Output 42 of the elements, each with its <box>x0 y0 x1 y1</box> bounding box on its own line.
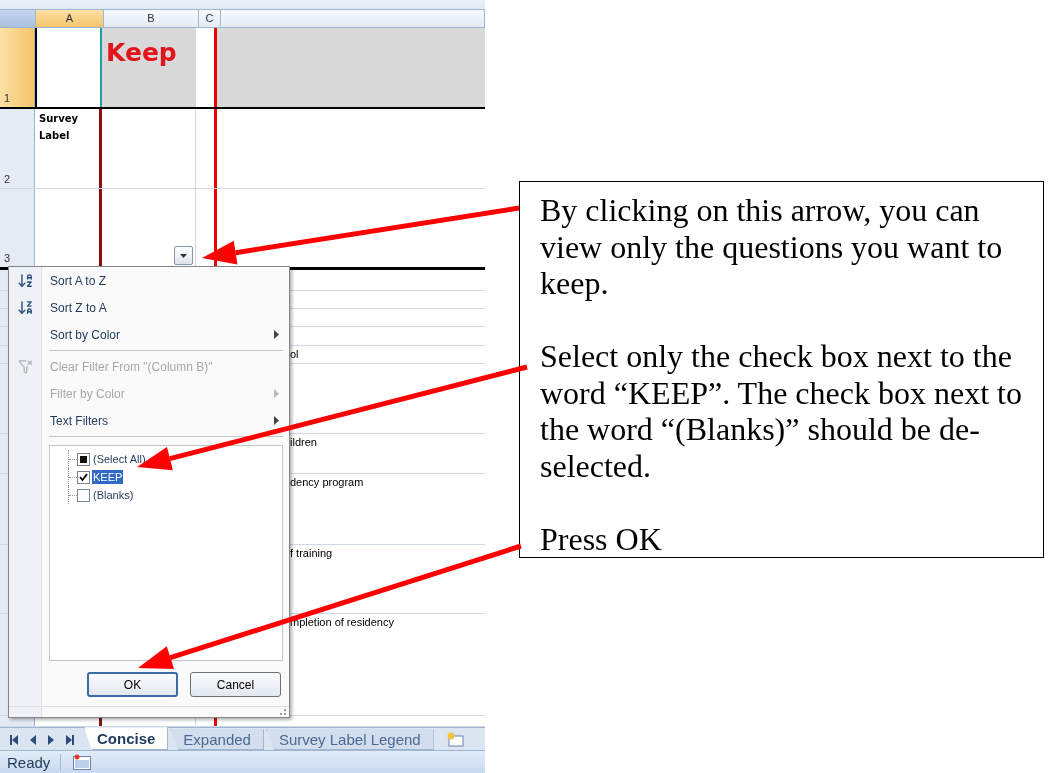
cell-text: mpletion of residency <box>290 615 394 628</box>
sort-descending-icon <box>16 299 34 316</box>
sheet-tab[interactable]: Concise <box>84 727 169 751</box>
dialog-button[interactable]: OK <box>87 672 178 697</box>
row-header[interactable]: 2 <box>0 109 35 188</box>
clear-filter-icon <box>17 359 33 374</box>
menu-item[interactable]: Text Filters <box>9 407 289 434</box>
submenu-arrow-icon <box>274 389 279 398</box>
filter-dropdown-button[interactable] <box>174 246 193 266</box>
submenu-arrow-icon <box>274 416 279 425</box>
filter-value-label[interactable]: KEEP <box>92 470 124 484</box>
filter-value-label[interactable]: (Select All) <box>92 452 147 466</box>
checkbox[interactable] <box>77 470 90 484</box>
sheet-tab[interactable]: Expanded <box>170 729 264 751</box>
cell-text: dency program <box>290 475 364 488</box>
dropdown-arrow-icon <box>180 253 187 258</box>
check-mark-icon <box>79 473 88 481</box>
row-header[interactable]: 1 <box>0 27 35 108</box>
column-header[interactable]: C <box>199 9 221 27</box>
sheet-tab[interactable]: Survey Label Legend <box>265 729 434 751</box>
filter-value-label[interactable]: (Blanks) <box>92 488 135 502</box>
menu-item[interactable]: Sort A to Z <box>9 267 289 294</box>
page-layout-icon[interactable] <box>73 754 92 771</box>
cell-text: Survey Label <box>39 112 80 144</box>
instruction-text: Select only the check box next to the word “KEEP”. The check box next to the word “(Blanks)” should be de-selected. <box>540 338 1023 484</box>
cell-text: ol <box>290 347 299 360</box>
menu-item[interactable]: Sort by Color <box>9 321 289 348</box>
column-header[interactable]: B <box>104 9 199 27</box>
cell-text: ildren <box>290 435 317 448</box>
menu-item[interactable]: Sort Z to A <box>9 294 289 321</box>
cell-text: f training <box>290 547 333 560</box>
insert-sheet-icon[interactable] <box>445 732 464 748</box>
sort-ascending-icon <box>16 272 34 289</box>
instruction-text: By clicking on this arrow, you can view only the questions you want to keep. <box>540 192 1004 302</box>
status-text: Ready <box>0 753 62 771</box>
cell-text: Keep <box>106 37 177 67</box>
instruction-text: Press OK <box>540 520 663 557</box>
row-header[interactable]: 3 <box>0 188 35 268</box>
dialog-button[interactable]: Cancel <box>190 672 281 697</box>
checkbox[interactable] <box>77 488 90 502</box>
submenu-arrow-icon <box>274 330 279 339</box>
resize-grip-icon[interactable] <box>279 708 287 716</box>
